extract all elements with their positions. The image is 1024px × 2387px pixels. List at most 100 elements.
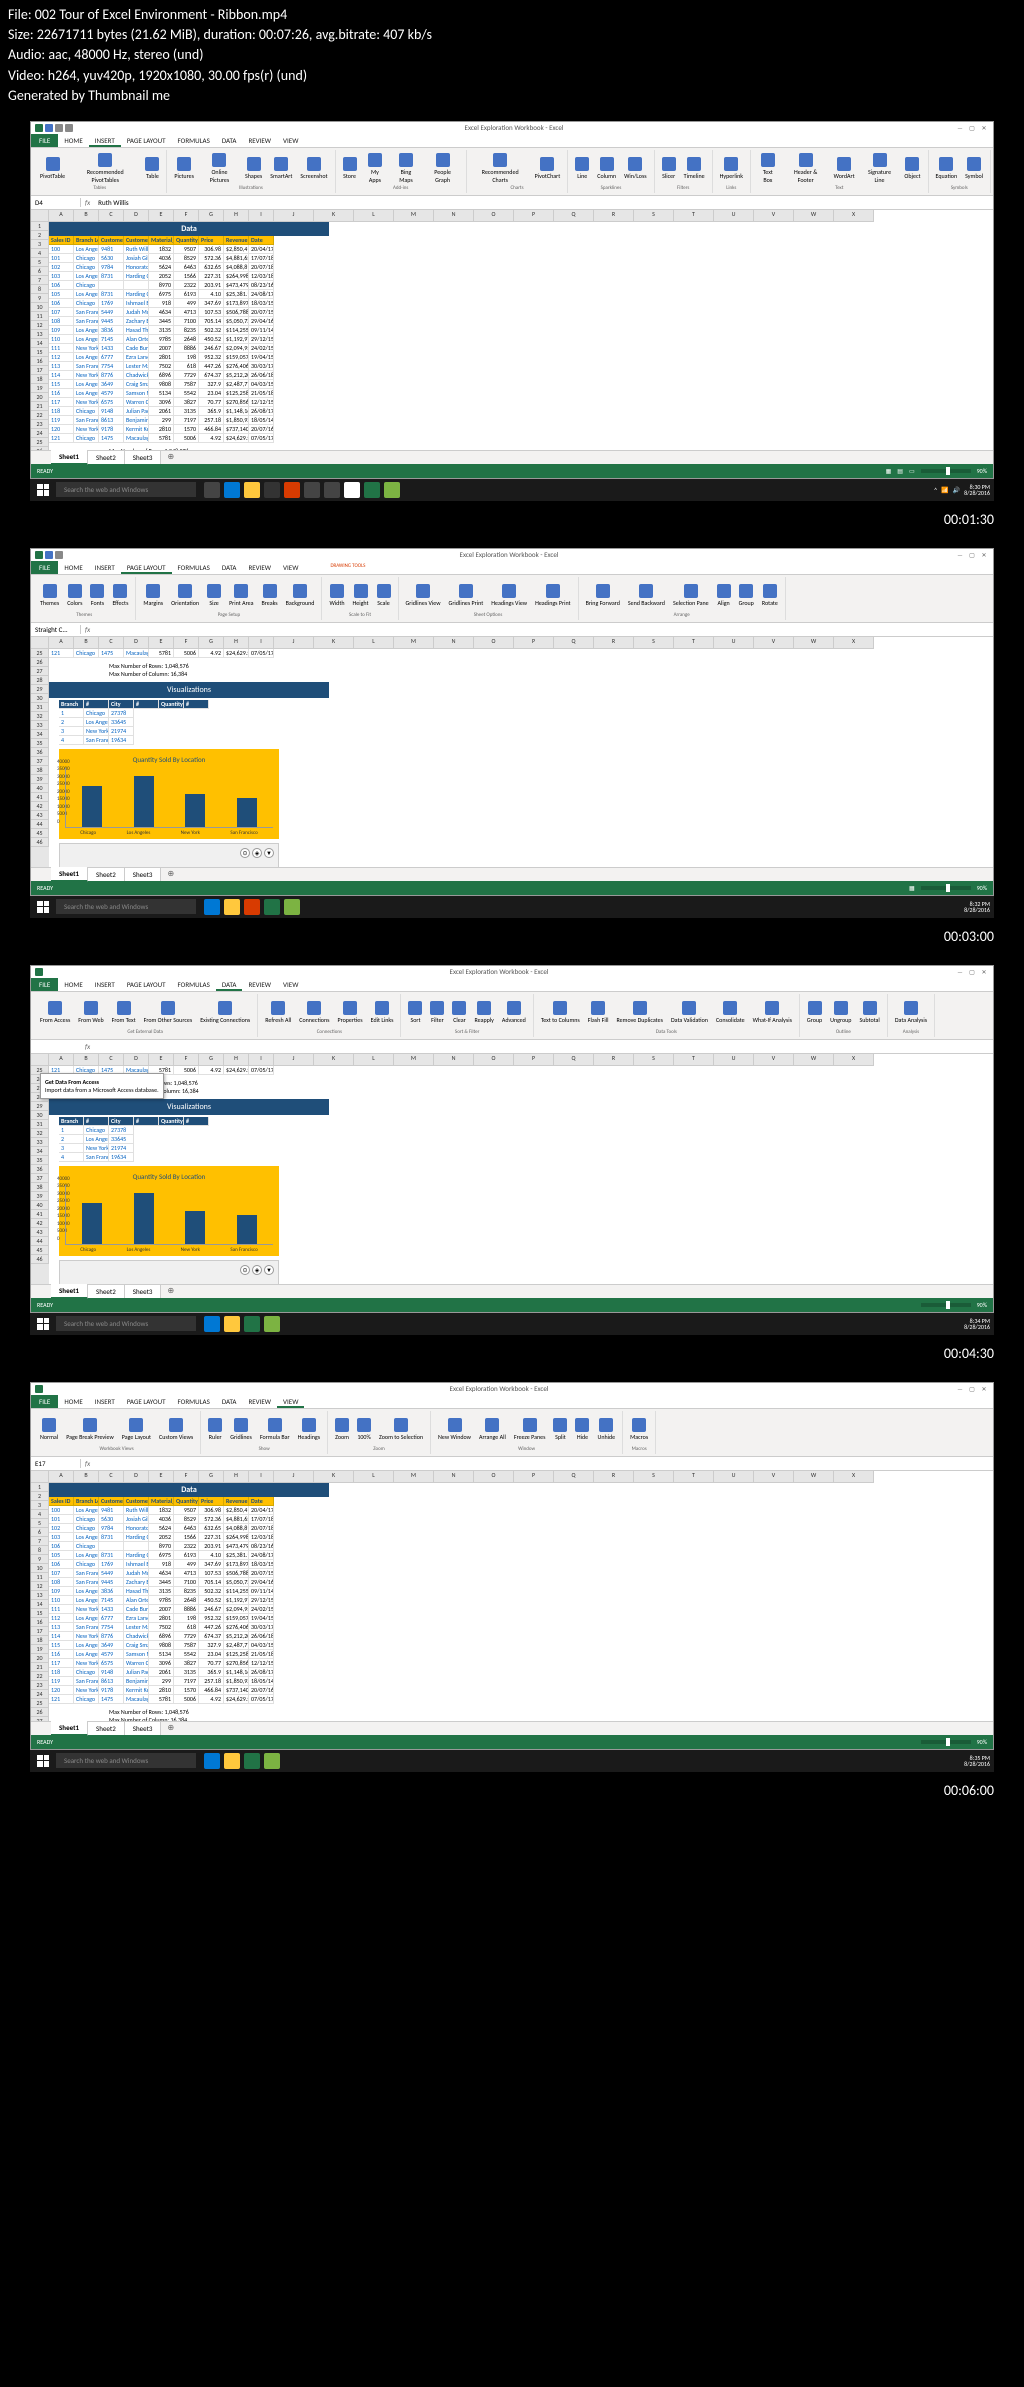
- ribbon-button[interactable]: Pictures: [171, 152, 197, 185]
- cell[interactable]: 121: [49, 1695, 74, 1704]
- tab-data[interactable]: DATA: [216, 134, 243, 147]
- cell[interactable]: 5006: [174, 649, 199, 658]
- cell[interactable]: Kermit Keith: [124, 1686, 149, 1695]
- cell[interactable]: 09/11/14: [249, 326, 274, 335]
- row-header[interactable]: 29: [31, 1102, 49, 1111]
- col-header[interactable]: M: [394, 637, 434, 649]
- cell[interactable]: 26/08/17: [249, 1668, 274, 1677]
- col-header[interactable]: M: [394, 210, 434, 222]
- cell[interactable]: 12/12/15: [249, 1659, 274, 1668]
- cell[interactable]: 6777: [99, 353, 124, 362]
- cell[interactable]: 3649: [99, 380, 124, 389]
- col-header[interactable]: E: [149, 1054, 174, 1066]
- map-layers-icon[interactable]: ◈: [252, 1265, 262, 1275]
- cell[interactable]: Judah Mclaughlin: [124, 1569, 149, 1578]
- col-header[interactable]: O: [474, 1471, 514, 1483]
- ribbon-button[interactable]: Screenshot: [297, 152, 330, 185]
- cell[interactable]: $1,192,976.96: [224, 335, 249, 344]
- cell[interactable]: $1,850,924.46: [224, 1677, 249, 1686]
- cell[interactable]: Craig Small: [124, 1641, 149, 1650]
- ribbon-button[interactable]: Symbol: [962, 152, 986, 185]
- cell[interactable]: $264,998.78: [224, 1533, 249, 1542]
- cell[interactable]: Ezra Larsen: [124, 353, 149, 362]
- branch-cell[interactable]: 4: [59, 1153, 84, 1162]
- tray-volume-icon[interactable]: 🔊: [953, 486, 960, 494]
- ribbon-button[interactable]: Shapes: [242, 152, 265, 185]
- office-icon[interactable]: [244, 899, 260, 915]
- cell[interactable]: 106: [49, 1542, 74, 1551]
- cell[interactable]: 9507: [174, 1506, 199, 1515]
- cell[interactable]: 20/04/17: [249, 245, 274, 254]
- cell[interactable]: [99, 281, 124, 290]
- tab-formulas[interactable]: FORMULAS: [172, 978, 216, 991]
- cell[interactable]: 572.36: [199, 254, 224, 263]
- cell[interactable]: $114,255.98: [224, 1587, 249, 1596]
- cell[interactable]: $25,381.10: [224, 290, 249, 299]
- cell[interactable]: 2322: [174, 1542, 199, 1551]
- cell[interactable]: 632.65: [199, 263, 224, 272]
- cell[interactable]: $506,788.89: [224, 308, 249, 317]
- ribbon-button[interactable]: Reapply: [471, 996, 496, 1029]
- tray-clock[interactable]: 8:34 PM8/28/2016: [964, 1318, 990, 1330]
- camtasia-icon[interactable]: [264, 1316, 280, 1332]
- cell[interactable]: 6777: [99, 1614, 124, 1623]
- ribbon-button[interactable]: Size: [204, 579, 224, 612]
- zoom-slider[interactable]: [921, 1303, 971, 1307]
- cell[interactable]: 5630: [99, 254, 124, 263]
- sheet-tab-2[interactable]: Sheet2: [88, 1722, 125, 1735]
- col-header[interactable]: F: [174, 1471, 199, 1483]
- cell[interactable]: Los Angeles: [74, 326, 99, 335]
- cell[interactable]: Macaulay Gutierrez: [124, 649, 149, 658]
- tab-data[interactable]: DATA: [216, 978, 243, 991]
- cell[interactable]: 119: [49, 1677, 74, 1686]
- field-header[interactable]: Quantity: [174, 1497, 199, 1506]
- cell[interactable]: 9445: [99, 1578, 124, 1587]
- row-header[interactable]: 39: [31, 775, 49, 784]
- cell[interactable]: Los Angeles: [74, 1596, 99, 1605]
- cell[interactable]: 20/07/15: [249, 308, 274, 317]
- cell[interactable]: 2322: [174, 281, 199, 290]
- cell[interactable]: San Francisco: [74, 1623, 99, 1632]
- cell[interactable]: 8886: [174, 1605, 199, 1614]
- cell[interactable]: Chicago: [74, 1695, 99, 1704]
- cell[interactable]: $2,487,777.30: [224, 1641, 249, 1650]
- row-header[interactable]: 26: [31, 658, 49, 667]
- cell[interactable]: 447.26: [199, 362, 224, 371]
- cell[interactable]: 2061: [149, 1668, 174, 1677]
- col-header[interactable]: S: [634, 1471, 674, 1483]
- field-header[interactable]: Customer_Id: [99, 236, 124, 245]
- minimize-button[interactable]: —: [955, 968, 965, 976]
- cell[interactable]: $4,088,816.95: [224, 1524, 249, 1533]
- field-header[interactable]: Material_Id: [149, 236, 174, 245]
- col-header[interactable]: U: [714, 637, 754, 649]
- edge-icon[interactable]: [204, 1316, 220, 1332]
- cell[interactable]: Harding Owens: [124, 1533, 149, 1542]
- branch-cell[interactable]: Los Angeles: [84, 718, 109, 727]
- cell[interactable]: 3135: [149, 1587, 174, 1596]
- col-header[interactable]: L: [354, 637, 394, 649]
- cell[interactable]: 327.9: [199, 380, 224, 389]
- field-header[interactable]: Branch Loc: [74, 236, 99, 245]
- row-header[interactable]: 21: [31, 1663, 49, 1672]
- row-header[interactable]: 1: [31, 222, 49, 231]
- ribbon-button[interactable]: Remove Duplicates: [614, 996, 666, 1029]
- tab-home[interactable]: HOME: [58, 134, 88, 147]
- cell[interactable]: 04/03/15: [249, 380, 274, 389]
- row-header[interactable]: 35: [31, 739, 49, 748]
- ribbon-button[interactable]: Page Layout: [119, 1413, 154, 1446]
- cell[interactable]: 2061: [149, 407, 174, 416]
- excel-taskbar-icon[interactable]: [244, 1753, 260, 1769]
- cell[interactable]: Josiah Gibson: [124, 1515, 149, 1524]
- cell[interactable]: $114,255.98: [224, 326, 249, 335]
- cell[interactable]: 7100: [174, 1578, 199, 1587]
- cell[interactable]: 04/03/15: [249, 1641, 274, 1650]
- field-header[interactable]: Material_Id: [149, 1497, 174, 1506]
- ribbon-button[interactable]: Breaks: [258, 579, 280, 612]
- col-header[interactable]: R: [594, 637, 634, 649]
- row-header[interactable]: 12: [31, 1582, 49, 1591]
- close-button[interactable]: ✕: [979, 1385, 989, 1393]
- ribbon-button[interactable]: WordArt: [831, 152, 858, 185]
- sheet-tab-2[interactable]: Sheet2: [88, 868, 125, 881]
- row-header[interactable]: 14: [31, 1600, 49, 1609]
- row-header[interactable]: 40: [31, 1201, 49, 1210]
